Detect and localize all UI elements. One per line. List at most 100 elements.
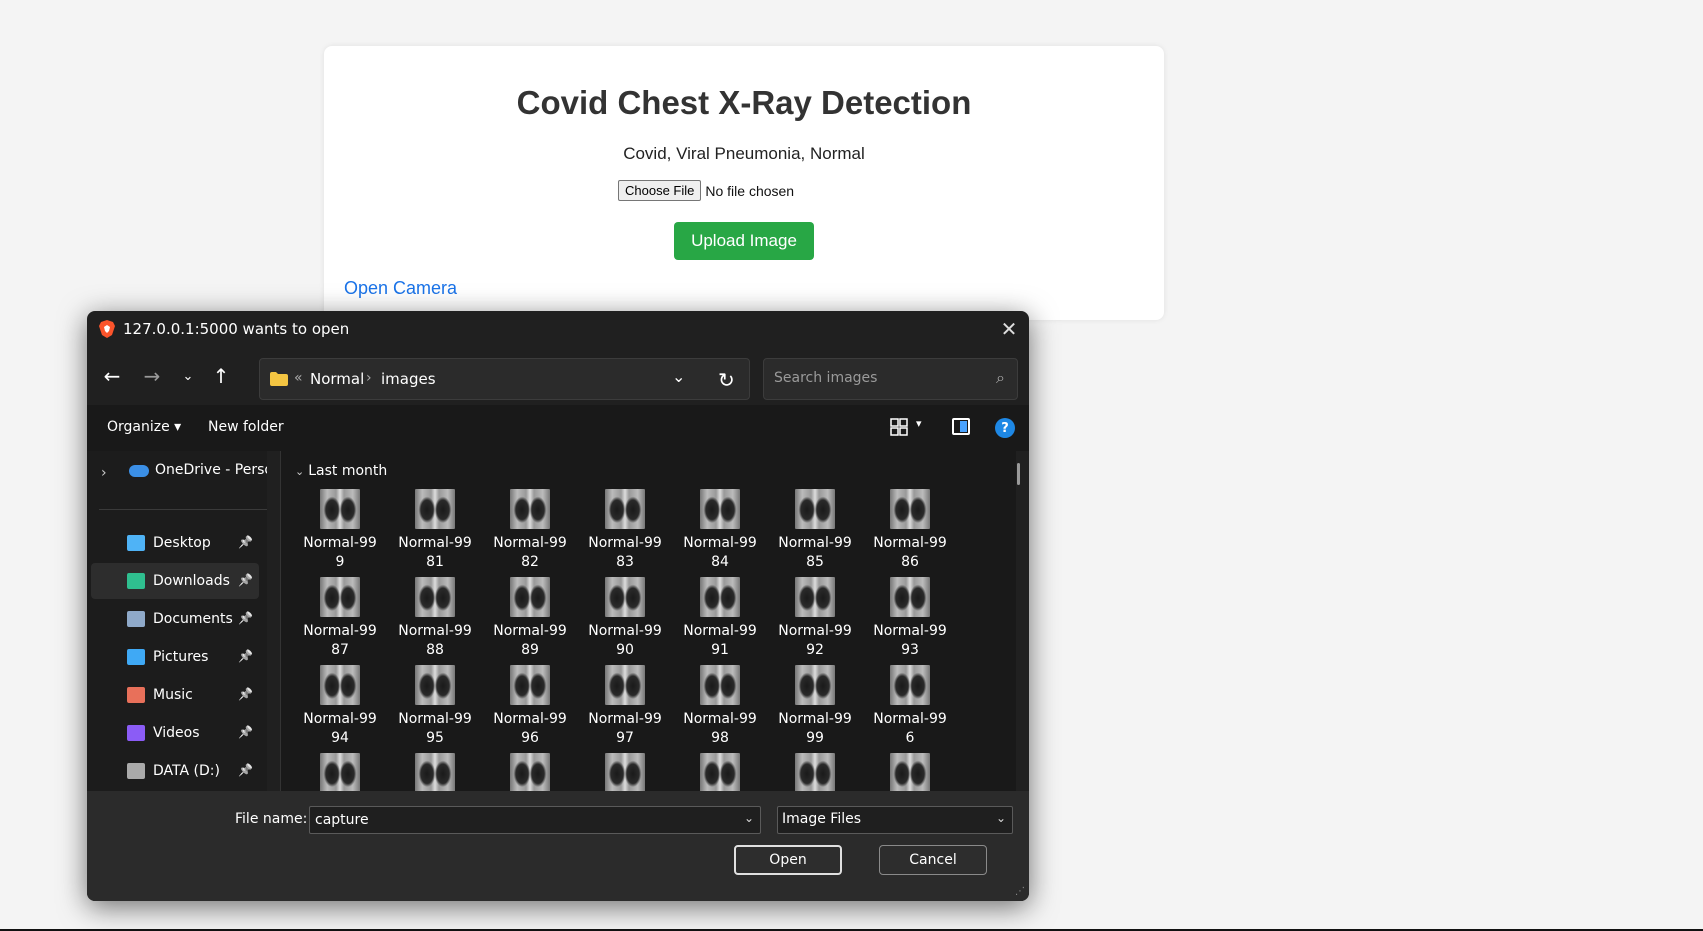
- collapse-chevron-icon[interactable]: ⌄: [295, 465, 304, 478]
- sidebar-item-pictures[interactable]: Pictures 📌: [91, 639, 259, 675]
- help-icon[interactable]: ?: [995, 418, 1015, 438]
- file-tile[interactable]: Normal-99 82: [485, 489, 575, 572]
- sidebar-item-downloads[interactable]: Downloads 📌: [91, 563, 259, 599]
- file-name-line2: 98: [711, 730, 729, 746]
- view-grid-icon[interactable]: [889, 417, 909, 437]
- file-name: Normal-99 96: [485, 710, 575, 748]
- file-tile[interactable]: [580, 753, 670, 791]
- file-name-line2: 96: [521, 730, 539, 746]
- file-name: Normal-99 89: [485, 622, 575, 660]
- file-tile[interactable]: [295, 753, 385, 791]
- file-tile[interactable]: Normal-99 87: [295, 577, 385, 660]
- file-name-line1: Normal-99: [303, 535, 377, 551]
- file-type-chevron-icon[interactable]: ⌄: [996, 811, 1006, 825]
- file-tile[interactable]: Normal-99 94: [295, 665, 385, 748]
- file-tile[interactable]: [865, 753, 955, 791]
- file-tile[interactable]: Normal-99 93: [865, 577, 955, 660]
- sidebar-item-data-d[interactable]: DATA (D:) 📌: [91, 753, 259, 789]
- file-name-line1: Normal-99: [398, 711, 472, 727]
- group-header-last-month[interactable]: ⌄ Last month: [295, 463, 387, 479]
- choose-file-button[interactable]: Choose File: [618, 180, 702, 201]
- file-tile[interactable]: [675, 753, 765, 791]
- sidebar-item-videos[interactable]: Videos 📌: [91, 715, 259, 751]
- file-name: Normal-99 97: [580, 710, 670, 748]
- search-input[interactable]: [772, 369, 976, 387]
- open-camera-link[interactable]: Open Camera: [344, 278, 457, 299]
- xray-thumbnail-image: [320, 577, 360, 617]
- upload-image-button[interactable]: Upload Image: [674, 222, 814, 260]
- file-tile[interactable]: Normal-99 91: [675, 577, 765, 660]
- file-name-combo[interactable]: ⌄: [309, 806, 761, 834]
- file-input[interactable]: Choose File No file chosen: [618, 180, 794, 201]
- file-tile[interactable]: Normal-99 86: [865, 489, 955, 572]
- file-tile[interactable]: Normal-99 9: [295, 489, 385, 572]
- file-tile[interactable]: Normal-99 99: [770, 665, 860, 748]
- search-box[interactable]: ⌕: [763, 358, 1018, 400]
- breadcrumb-overflow[interactable]: «: [294, 370, 303, 386]
- open-button[interactable]: Open: [734, 845, 842, 875]
- file-name-line1: Normal-99: [588, 623, 662, 639]
- dialog-titlebar[interactable]: 127.0.0.1:5000 wants to open ✕: [87, 311, 1029, 347]
- file-list-scrollbar[interactable]: [1017, 463, 1020, 485]
- address-dropdown-chevron-icon[interactable]: ⌄: [672, 367, 685, 386]
- sidebar-item-desktop[interactable]: Desktop 📌: [91, 525, 259, 561]
- file-name-line1: Normal-99: [588, 711, 662, 727]
- file-tile[interactable]: Normal-99 81: [390, 489, 480, 572]
- refresh-icon[interactable]: ↻: [718, 368, 735, 392]
- file-tile[interactable]: Normal-99 6: [865, 665, 955, 748]
- file-tile[interactable]: Normal-99 83: [580, 489, 670, 572]
- file-name: Normal-99 88: [390, 622, 480, 660]
- file-tile[interactable]: Normal-99 95: [390, 665, 480, 748]
- file-tile[interactable]: [770, 753, 860, 791]
- file-type-select[interactable]: Image Files ⌄: [777, 806, 1013, 834]
- forward-arrow-icon[interactable]: →: [139, 364, 165, 388]
- preview-pane-icon[interactable]: [952, 418, 970, 435]
- cancel-button[interactable]: Cancel: [879, 845, 987, 875]
- file-tile[interactable]: Normal-99 84: [675, 489, 765, 572]
- new-folder-button[interactable]: New folder: [208, 419, 284, 435]
- file-tile[interactable]: [390, 753, 480, 791]
- xray-thumbnail-image: [795, 489, 835, 529]
- file-tile[interactable]: Normal-99 97: [580, 665, 670, 748]
- address-bar[interactable]: « Normal › images ⌄ ↻: [259, 358, 750, 400]
- file-name-line2: 88: [426, 642, 444, 658]
- organize-menu[interactable]: Organize ▾: [107, 419, 181, 435]
- file-name-line1: Normal-99: [778, 711, 852, 727]
- close-icon[interactable]: ✕: [989, 311, 1029, 347]
- recent-locations-chevron-icon[interactable]: ⌄: [175, 364, 201, 388]
- command-toolbar: Organize ▾ New folder ▾ ?: [87, 405, 1029, 451]
- xray-thumbnail-image: [415, 665, 455, 705]
- file-name-line2: 90: [616, 642, 634, 658]
- sidebar-item-onedrive[interactable]: OneDrive - Perso: [155, 462, 267, 478]
- sidebar-item-music[interactable]: Music 📌: [91, 677, 259, 713]
- xray-thumbnail-image: [510, 753, 550, 791]
- sidebar-item-documents[interactable]: Documents 📌: [91, 601, 259, 637]
- file-tile[interactable]: [485, 753, 575, 791]
- file-tile[interactable]: Normal-99 88: [390, 577, 480, 660]
- file-name-line1: Normal-99: [683, 623, 757, 639]
- up-arrow-icon[interactable]: ↑: [208, 364, 234, 388]
- sidebar-item-label: Pictures: [153, 649, 209, 665]
- expand-chevron-icon[interactable]: ›: [101, 465, 107, 481]
- file-name-line1: Normal-99: [873, 623, 947, 639]
- file-tile[interactable]: Normal-99 92: [770, 577, 860, 660]
- file-name-dropdown-chevron-icon[interactable]: ⌄: [744, 811, 754, 825]
- file-tile[interactable]: Normal-99 85: [770, 489, 860, 572]
- file-tile[interactable]: Normal-99 96: [485, 665, 575, 748]
- pin-icon: 📌: [238, 535, 253, 549]
- breadcrumb-item-normal[interactable]: Normal: [310, 370, 364, 388]
- file-name: Normal-99 99: [770, 710, 860, 748]
- file-name-line1: Normal-99: [398, 623, 472, 639]
- breadcrumb-item-images[interactable]: images: [381, 370, 436, 388]
- xray-thumbnail-image: [890, 753, 930, 791]
- file-name-input[interactable]: [313, 811, 717, 829]
- xray-thumbnail-image: [415, 577, 455, 617]
- sidebar-item-label: Music: [153, 687, 193, 703]
- file-tile[interactable]: Normal-99 89: [485, 577, 575, 660]
- view-dropdown-chevron-icon[interactable]: ▾: [916, 417, 922, 430]
- file-tile[interactable]: Normal-99 90: [580, 577, 670, 660]
- resize-grip-icon[interactable]: ⋰: [1015, 886, 1025, 897]
- folder-icon: [270, 372, 288, 386]
- file-tile[interactable]: Normal-99 98: [675, 665, 765, 748]
- back-arrow-icon[interactable]: ←: [99, 364, 125, 388]
